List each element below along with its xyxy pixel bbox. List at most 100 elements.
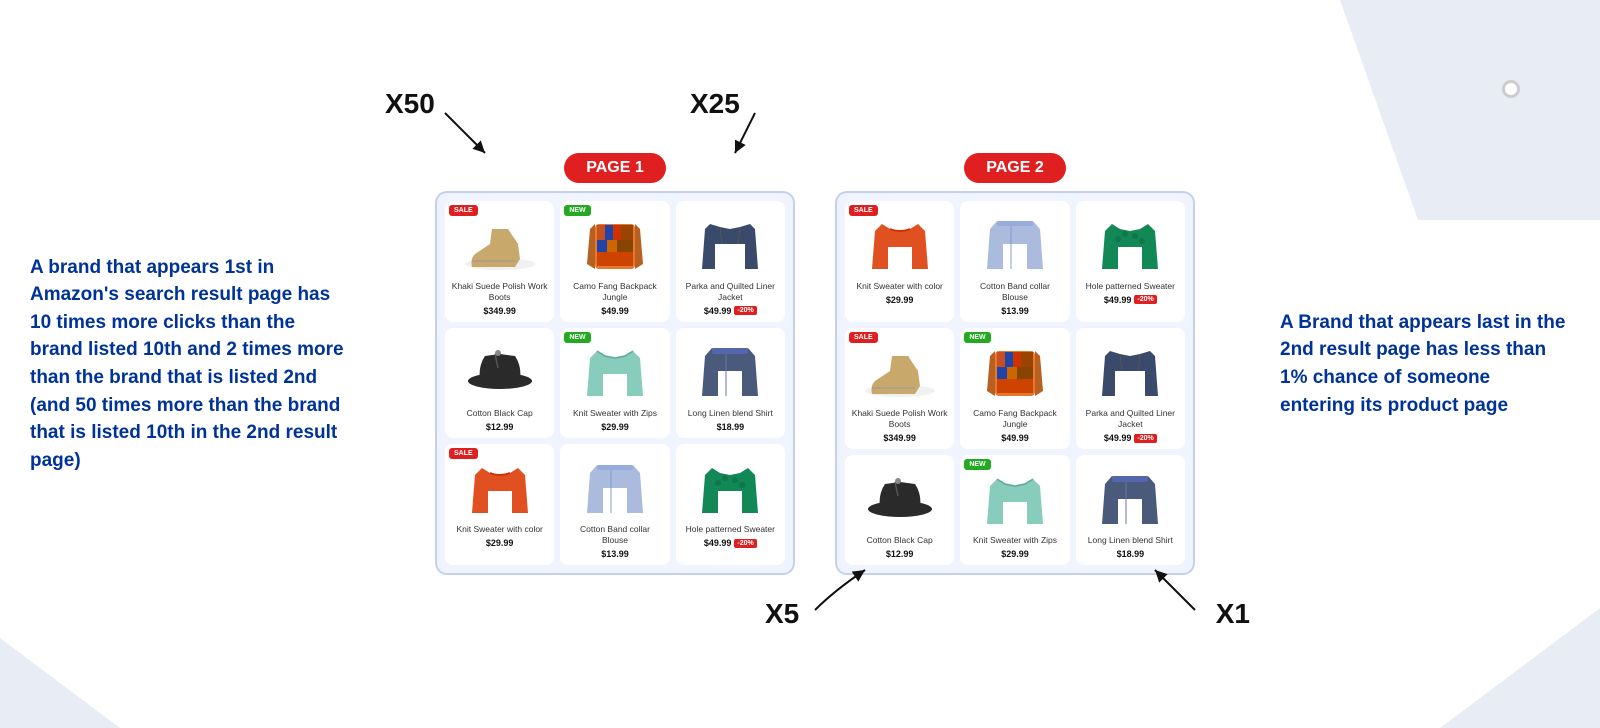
product-name: Long Linen blend Shirt (688, 408, 773, 419)
product-image (1085, 461, 1175, 531)
product-price: $18.99 (1117, 549, 1145, 559)
product-card: Parka and Quilted Liner Jacket $49.99 -2… (676, 201, 785, 322)
product-name: Knit Sweater with color (856, 281, 942, 292)
page2-label-container: PAGE 2 (964, 153, 1066, 183)
multiplier-x25: X25 (690, 88, 740, 120)
product-image (455, 207, 545, 277)
product-card: Hole patterned Sweater $49.99 -20% (1076, 201, 1185, 322)
product-card: SALE Knit Sweater with color $29.99 (845, 201, 954, 322)
product-card: Cotton Band collar Blouse $13.99 (960, 201, 1069, 322)
left-description: A brand that appears 1st in Amazon's sea… (30, 254, 350, 474)
product-image (570, 334, 660, 404)
product-badge: SALE (849, 332, 878, 343)
page2-grid: SALE Knit Sweater with color $29.99 Cott… (835, 191, 1195, 575)
product-price: $349.99 (883, 433, 916, 443)
product-name: Khaki Suede Polish Work Boots (851, 408, 948, 430)
product-card: NEW Knit Sweater with Zips $29.99 (960, 455, 1069, 565)
product-price: $49.99 (601, 306, 629, 316)
product-price-row: $18.99 (717, 422, 745, 432)
product-badge: SALE (449, 205, 478, 216)
product-name: Hole patterned Sweater (686, 524, 775, 535)
product-image (685, 450, 775, 520)
product-price-row: $349.99 (483, 306, 516, 316)
product-price: $13.99 (1001, 306, 1029, 316)
product-price: $349.99 (483, 306, 516, 316)
product-price: $49.99 (704, 306, 732, 316)
product-badge: SALE (849, 205, 878, 216)
product-card: NEW Camo Fang Backpack Jungle $49.99 (960, 328, 1069, 449)
product-price-row: $29.99 (1001, 549, 1029, 559)
product-name: Camo Fang Backpack Jungle (566, 281, 663, 303)
product-image (970, 207, 1060, 277)
product-image (455, 334, 545, 404)
multiplier-x50: X50 (385, 88, 435, 120)
product-card: SALE Khaki Suede Polish Work Boots $349.… (845, 328, 954, 449)
product-price: $29.99 (601, 422, 629, 432)
product-image (1085, 334, 1175, 404)
main-container: A brand that appears 1st in Amazon's sea… (0, 0, 1600, 728)
product-price: $49.99 (1104, 295, 1132, 305)
product-image (855, 207, 945, 277)
page1-container: PAGE 1 SALE Khaki Suede Polish Work Boot… (435, 153, 795, 575)
product-image (855, 461, 945, 531)
product-price: $13.99 (601, 549, 629, 559)
product-name: Camo Fang Backpack Jungle (966, 408, 1063, 430)
product-price-row: $13.99 (1001, 306, 1029, 316)
product-discount: -20% (734, 539, 756, 548)
product-card: Long Linen blend Shirt $18.99 (676, 328, 785, 438)
page1-grid: SALE Khaki Suede Polish Work Boots $349.… (435, 191, 795, 575)
product-card: NEW Camo Fang Backpack Jungle $49.99 (560, 201, 669, 322)
product-badge: NEW (964, 332, 990, 343)
page2-container: PAGE 2 SALE Knit Sweater with color $29.… (835, 153, 1195, 575)
product-name: Hole patterned Sweater (1086, 281, 1175, 292)
product-price: $18.99 (717, 422, 745, 432)
product-price-row: $49.99 -20% (704, 538, 757, 548)
product-badge: NEW (564, 205, 590, 216)
right-text-block: A Brand that appears last in the 2nd res… (1260, 309, 1570, 419)
product-badge: SALE (449, 448, 478, 459)
product-discount: -20% (734, 306, 756, 315)
product-name: Parka and Quilted Liner Jacket (1082, 408, 1179, 430)
product-card: SALE Knit Sweater with color $29.99 (445, 444, 554, 565)
product-price: $12.99 (886, 549, 914, 559)
product-price-row: $49.99 -20% (704, 306, 757, 316)
multiplier-x5: X5 (765, 598, 799, 630)
product-price: $49.99 (1104, 433, 1132, 443)
product-card: Cotton Black Cap $12.99 (445, 328, 554, 438)
product-card: NEW Knit Sweater with Zips $29.99 (560, 328, 669, 438)
product-image (570, 450, 660, 520)
product-price: $12.99 (486, 422, 514, 432)
center-area: X50 X25 X5 X1 (370, 153, 1260, 575)
product-name: Cotton Black Cap (467, 408, 533, 419)
product-price-row: $18.99 (1117, 549, 1145, 559)
product-price: $49.99 (1001, 433, 1029, 443)
product-image (685, 334, 775, 404)
product-name: Knit Sweater with color (456, 524, 542, 535)
multiplier-x1: X1 (1216, 598, 1250, 630)
page1-label: PAGE 1 (564, 153, 666, 183)
product-price: $29.99 (886, 295, 914, 305)
product-name: Knit Sweater with Zips (973, 535, 1057, 546)
product-name: Cotton Black Cap (867, 535, 933, 546)
product-card: Long Linen blend Shirt $18.99 (1076, 455, 1185, 565)
product-price-row: $13.99 (601, 549, 629, 559)
product-discount: -20% (1134, 295, 1156, 304)
right-description: A Brand that appears last in the 2nd res… (1280, 309, 1570, 419)
page2-label: PAGE 2 (964, 153, 1066, 183)
product-price-row: $49.99 -20% (1104, 433, 1157, 443)
product-price-row: $349.99 (883, 433, 916, 443)
product-image (570, 207, 660, 277)
product-name: Long Linen blend Shirt (1088, 535, 1173, 546)
product-image (970, 461, 1060, 531)
product-name: Knit Sweater with Zips (573, 408, 657, 419)
product-image (970, 334, 1060, 404)
product-card: Hole patterned Sweater $49.99 -20% (676, 444, 785, 565)
product-card: Parka and Quilted Liner Jacket $49.99 -2… (1076, 328, 1185, 449)
product-badge: NEW (564, 332, 590, 343)
product-image (1085, 207, 1175, 277)
product-price-row: $29.99 (486, 538, 514, 548)
product-price-row: $12.99 (886, 549, 914, 559)
product-price-row: $49.99 -20% (1104, 295, 1157, 305)
product-price-row: $29.99 (886, 295, 914, 305)
product-name: Khaki Suede Polish Work Boots (451, 281, 548, 303)
